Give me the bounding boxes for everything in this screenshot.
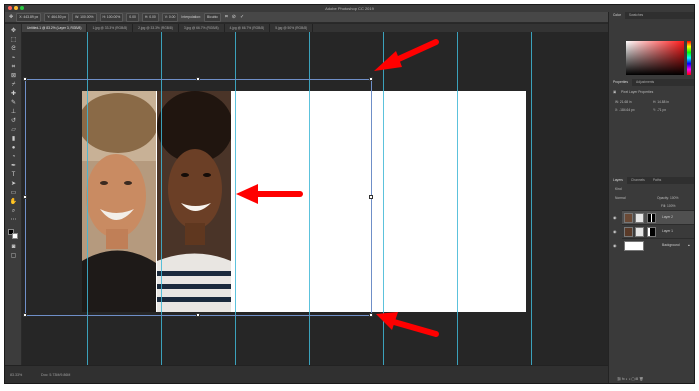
annotation-arrows <box>236 39 439 337</box>
annotation-arrow <box>376 312 439 337</box>
annotation-arrow <box>236 184 303 204</box>
annotation-arrow <box>374 39 439 71</box>
